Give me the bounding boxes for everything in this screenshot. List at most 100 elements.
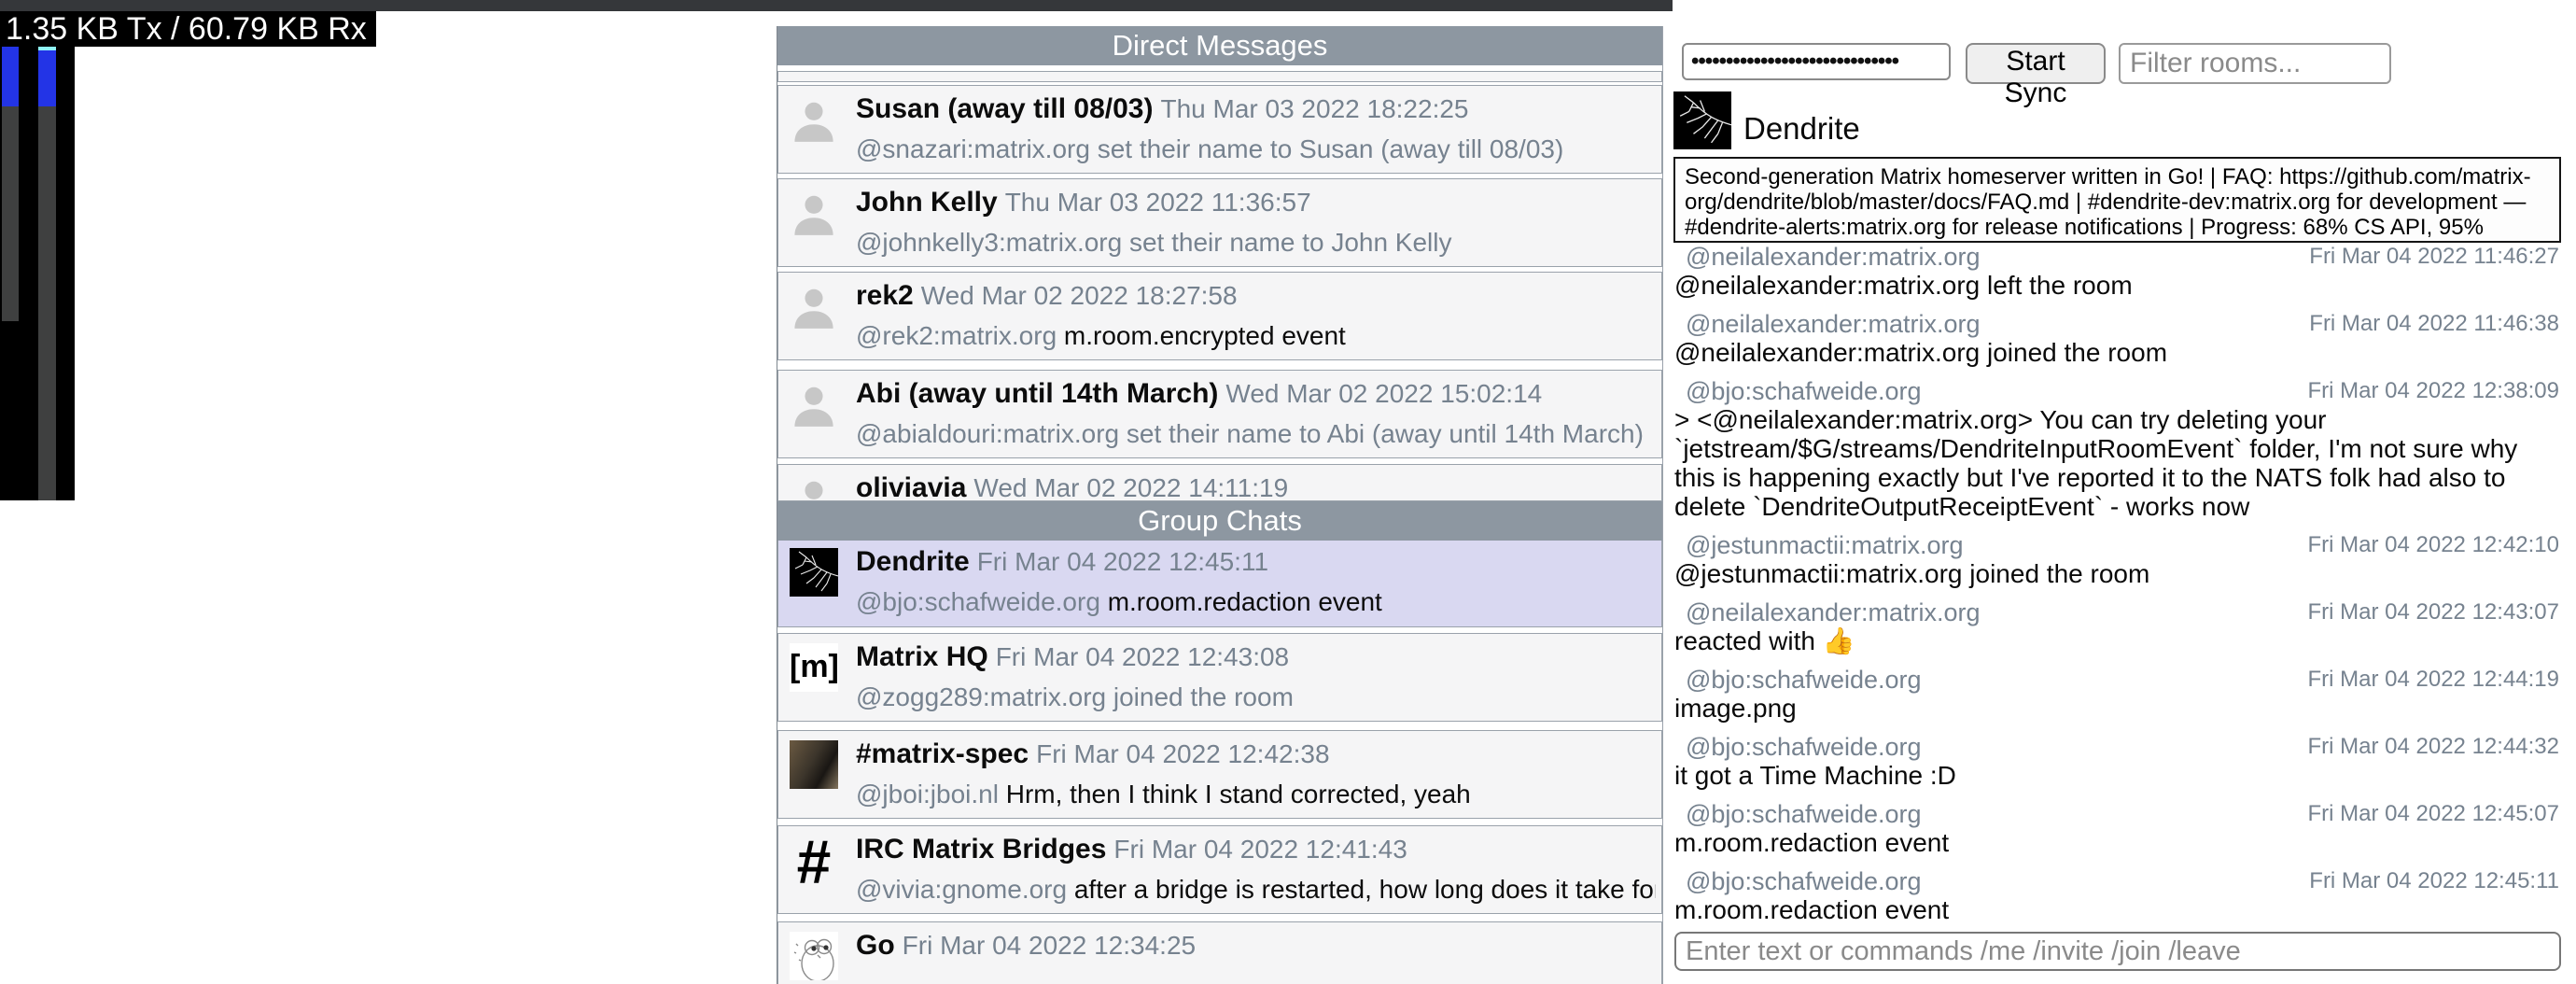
matrix-logo-icon: [m] [790, 643, 838, 692]
message-body: @jestunmactii:matrix.org joined the room [1673, 559, 2565, 588]
message-sender: @bjo:schafweide.org [1673, 666, 1922, 694]
room-timestamp: Fri Mar 04 2022 12:45:11 [977, 547, 1268, 576]
filter-rooms-input[interactable] [2119, 43, 2391, 84]
room-list-item-irc-matrix-bridges[interactable]: # IRC Matrix BridgesFri Mar 04 2022 12:4… [777, 825, 1662, 914]
room-last-sender: @jboi:jboi.nl [856, 780, 999, 808]
room-timestamp: Fri Mar 04 2022 12:43:08 [996, 642, 1289, 671]
message-body: > <@neilalexander:matrix.org> You can tr… [1673, 405, 2565, 521]
message-body: it got a Time Machine :D [1673, 761, 2565, 790]
room-list-item-matrix-spec[interactable]: #matrix-specFri Mar 04 2022 12:42:38 @jb… [777, 730, 1662, 819]
message-composer-input[interactable] [1674, 932, 2561, 971]
section-header-direct-messages: Direct Messages [777, 26, 1662, 65]
room-list-item-dendrite[interactable]: DendriteFri Mar 04 2022 12:45:11 @bjo:sc… [777, 538, 1662, 627]
room-name: oliviavia [856, 472, 966, 501]
room-last-message: set their name to John Kelly [1129, 228, 1452, 257]
message-sender: @jestunmactii:matrix.org [1673, 531, 1964, 559]
room-timestamp: Fri Mar 04 2022 12:34:25 [903, 931, 1196, 960]
room-topic: Second-generation Matrix homeserver writ… [1673, 157, 2561, 243]
message: @jestunmactii:matrix.orgFri Mar 04 2022 … [1673, 531, 2565, 588]
room-list-panel: Direct Messages Susan (away till 08/03)T… [777, 26, 1663, 984]
rx-bar-gray-segment [38, 106, 56, 500]
message: @bjo:schafweide.org Fri Mar 04 2022 12:44… [1673, 733, 2565, 790]
message: @neilalexander:matrix.org Fri Mar 04 2022… [1673, 310, 2565, 367]
message-timestamp: Fri Mar 04 2022 11:46:38 [2309, 310, 2565, 338]
message-sender: @neilalexander:matrix.org [1673, 310, 1981, 338]
message-body: m.room.redaction event [1673, 828, 2565, 857]
person-silhouette-icon [790, 189, 838, 237]
message-sender: @neilalexander:matrix.org [1673, 598, 1981, 626]
room-list-item-matrix-hq[interactable]: [m] Matrix HQ Fri Mar 04 2022 12:43:08 @z… [777, 633, 1662, 722]
message-body: image.png [1673, 694, 2565, 723]
tx-bar [2, 47, 19, 500]
room-last-message: Hrm, then I think I stand corrected, yea… [1006, 780, 1471, 808]
room-timestamp: Fri Mar 04 2022 12:41:43 [1113, 835, 1407, 864]
message-body: @neilalexander:matrix.org left the room [1673, 271, 2565, 300]
message: @bjo:schafweide.org Fri Mar 04 2022 12:38… [1673, 377, 2565, 521]
room-list-item-john-kelly[interactable]: John KellyThu Mar 03 2022 11:36:57 @john… [777, 178, 1662, 267]
room-list-item-susan[interactable]: Susan (away till 08/03)Thu Mar 03 2022 1… [777, 85, 1662, 174]
message-sender: @bjo:schafweide.org [1673, 377, 1922, 405]
room-last-sender: @vivia:gnome.org [856, 875, 1067, 904]
room-list-item-go[interactable]: Go Fri Mar 04 2022 12:34:25 [777, 921, 1662, 984]
network-stats-label: 1.35 KB Tx / 60.79 KB Rx [0, 11, 376, 47]
person-silhouette-icon [790, 95, 838, 144]
message: @neilalexander:matrix.orgFri Mar 04 2022… [1673, 598, 2565, 655]
person-silhouette-icon [790, 380, 838, 429]
room-list-item-rek2[interactable]: rek2Wed Mar 02 2022 18:27:58 @rek2:matri… [777, 272, 1662, 360]
room-name: Go [856, 930, 895, 961]
message-body: reacted with 👍 [1673, 626, 2565, 655]
access-token-input[interactable] [1682, 43, 1951, 80]
room-last-message: set their name to Susan (away till 08/03… [1098, 134, 1564, 163]
room-title: Dendrite [1743, 108, 1860, 149]
message: @bjo:schafweide.orgFri Mar 04 2022 12:45… [1673, 867, 2565, 924]
room-list-item-clipped[interactable] [777, 71, 1662, 82]
room-name: John Kelly [856, 187, 998, 218]
section-header-group-chats: Group Chats [777, 501, 1662, 541]
message-timestamp: Fri Mar 04 2022 12:45:07 [2308, 800, 2566, 828]
room-avatar-dendrite-icon [1673, 91, 1731, 149]
room-name: rek2 [856, 280, 914, 311]
room-list-item-abi[interactable]: Abi (away until 14th March)Wed Mar 02 20… [777, 370, 1662, 458]
rx-bar-blue-segment [38, 50, 56, 106]
message: @bjo:schafweide.orgFri Mar 04 2022 12:44… [1673, 666, 2565, 723]
room-last-message: after a bridge is restarted, how long do… [1074, 875, 1656, 904]
room-name: Susan (away till 08/03) [856, 93, 1153, 124]
room-last-sender: @zogg289:matrix.org [856, 682, 1106, 711]
start-sync-button[interactable]: Start Sync [1966, 43, 2106, 84]
message-body: m.room.redaction event [1673, 895, 2565, 924]
room-timestamp: Wed Mar 02 2022 15:02:14 [1225, 379, 1542, 408]
message: @neilalexander:matrix.org Fri Mar 04 2022… [1673, 243, 2565, 300]
message-sender: @bjo:schafweide.org [1673, 800, 1922, 828]
room-last-sender: @abialdouri:matrix.org [856, 419, 1119, 448]
message-timestamp: Fri Mar 04 2022 12:44:32 [2308, 733, 2566, 761]
message-timestamp: Fri Mar 04 2022 11:46:27 [2309, 243, 2565, 271]
room-list-item-oliviavia[interactable]: oliviaviaWed Mar 02 2022 14:11:19 [777, 464, 1662, 501]
room-last-sender: @johnkelly3:matrix.org [856, 228, 1122, 257]
dendrite-branches-icon [790, 548, 838, 597]
person-silhouette-icon [790, 282, 838, 330]
network-graph [0, 47, 75, 500]
room-timestamp: Thu Mar 03 2022 11:36:57 [1005, 188, 1311, 217]
room-name: Matrix HQ [856, 641, 988, 672]
person-silhouette-icon [790, 474, 838, 501]
room-last-sender: @rek2:matrix.org [856, 321, 1057, 350]
room-last-message: set their name to Abi (away until 14th M… [1127, 419, 1644, 448]
message-timestamp: Fri Mar 04 2022 12:38:09 [2308, 377, 2566, 405]
room-last-sender: @bjo:schafweide.org [856, 587, 1100, 616]
room-name: Abi (away until 14th March) [856, 378, 1218, 409]
message-timestamp: Fri Mar 04 2022 12:45:11 [2309, 867, 2565, 895]
tx-bar-gray-segment [2, 106, 19, 321]
message-sender: @neilalexander:matrix.org [1673, 243, 1981, 271]
photo-avatar [790, 740, 838, 789]
message: @bjo:schafweide.org Fri Mar 04 2022 12:45… [1673, 800, 2565, 857]
room-last-sender: @snazari:matrix.org [856, 134, 1090, 163]
rx-bar [38, 47, 56, 500]
room-name: #matrix-spec [856, 738, 1029, 769]
room-timestamp: Wed Mar 02 2022 14:11:19 [973, 473, 1288, 501]
hash-sign-icon: # [790, 836, 838, 884]
message-sender: @bjo:schafweide.org [1673, 733, 1922, 761]
message-list: @neilalexander:matrix.org Fri Mar 04 2022… [1673, 243, 2565, 935]
room-last-message: m.room.encrypted event [1064, 321, 1346, 350]
gopher-sketch-icon [790, 932, 838, 980]
room-last-message: joined the room [1113, 682, 1294, 711]
